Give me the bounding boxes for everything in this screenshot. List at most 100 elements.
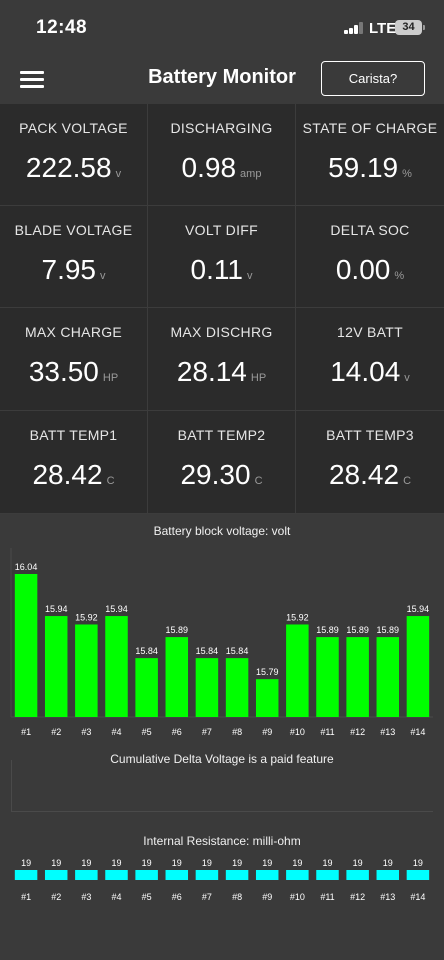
- metric-grid: PACK VOLTAGE 222.58 v DISCHARGING 0.98 amp STA…: [0, 104, 444, 514]
- app-header: Battery Monitor Carista?: [0, 56, 444, 104]
- metric-value-row: 7.95 v: [0, 254, 147, 286]
- hamburger-menu-icon[interactable]: [20, 70, 44, 88]
- voltage-bar-value-label: 15.94: [45, 604, 68, 614]
- network-type: LTE: [369, 20, 397, 37]
- voltage-x-tick-label: #13: [380, 727, 395, 737]
- voltage-bar-12: [346, 637, 369, 717]
- resistance-bar-value-label: 19: [21, 858, 31, 868]
- voltage-x-tick-label: #8: [232, 727, 242, 737]
- voltage-bar-value-label: 15.92: [75, 612, 98, 622]
- resistance-bar-value-label: 19: [262, 858, 272, 868]
- resistance-bar-11: [316, 870, 339, 880]
- metric-label: DISCHARGING: [170, 120, 273, 136]
- charts-area: Battery block voltage: volt 16.04 #1 15.94…: [0, 514, 444, 960]
- resistance-x-tick-label: #5: [142, 892, 152, 902]
- resistance-bar-value-label: 19: [81, 858, 91, 868]
- voltage-bar-3: [75, 624, 98, 717]
- voltage-bar-value-label: 15.84: [135, 646, 158, 656]
- voltage-bar-value-label: 15.92: [286, 612, 309, 622]
- voltage-bar-value-label: 15.84: [196, 646, 219, 656]
- resistance-bar-value-label: 19: [111, 858, 121, 868]
- resistance-bar-6: [165, 870, 189, 880]
- status-time: 12:48: [36, 17, 88, 38]
- voltage-x-tick-label: #4: [111, 727, 121, 737]
- resistance-bar-value-label: 19: [172, 858, 182, 868]
- resistance-bar-value-label: 19: [383, 858, 393, 868]
- metric-label: BLADE VOLTAGE: [14, 222, 133, 238]
- battery-level-icon: 34: [395, 20, 425, 35]
- metric-value-row: 0.11 v: [148, 254, 295, 286]
- resistance-x-tick-label: #12: [350, 892, 365, 902]
- metric-value: 7.95: [41, 254, 97, 285]
- metric-value-row: 0.00%: [296, 254, 444, 286]
- metric-batt-temp3: BATT TEMP3 28.42 C: [296, 411, 444, 514]
- metric-unit: C: [254, 475, 263, 487]
- resistance-x-tick-label: #4: [111, 892, 121, 902]
- metric-max-charge: MAX CHARGE 33.50 HP: [0, 308, 148, 411]
- metric-value-row: 29.30 C: [148, 459, 295, 491]
- metric-unit: amp: [240, 168, 262, 180]
- metric-delta-soc: DELTA SOC 0.00%: [296, 206, 444, 308]
- status-bar: 12:48 LTE 34: [0, 0, 444, 56]
- voltage-bar-value-label: 15.89: [316, 625, 339, 635]
- metric-value: 28.42: [328, 459, 400, 490]
- resistance-bar-7: [195, 870, 219, 880]
- resistance-bar-value-label: 19: [232, 858, 242, 868]
- metric-value: 29.30: [180, 459, 251, 490]
- voltage-bar-2: [44, 616, 68, 717]
- resistance-bar-value-label: 19: [142, 858, 152, 868]
- voltage-x-tick-label: #14: [410, 727, 425, 737]
- voltage-x-tick-label: #1: [21, 727, 31, 737]
- resistance-x-tick-label: #7: [202, 892, 212, 902]
- voltage-bar-4: [105, 616, 128, 717]
- resistance-x-tick-label: #6: [172, 892, 182, 902]
- resistance-x-tick-label: #10: [290, 892, 305, 902]
- metric-value-row: 28.42 C: [0, 459, 147, 491]
- metric-label: BATT TEMP3: [326, 427, 414, 443]
- metric-label: STATE OF CHARGE: [302, 120, 438, 136]
- voltage-bar-value-label: 15.94: [407, 604, 430, 614]
- carista-button[interactable]: Carista?: [321, 61, 425, 96]
- metric-label: DELTA SOC: [330, 222, 410, 238]
- metric-value-row: 14.04 v: [296, 356, 444, 388]
- metric-value-row: 33.50 HP: [0, 356, 147, 388]
- metric-unit: C: [403, 475, 412, 487]
- metric-state-of-charge: STATE OF CHARGE 59.19%: [296, 104, 444, 206]
- metric-value: 0.98: [181, 152, 237, 183]
- voltage-bar-value-label: 15.89: [377, 625, 400, 635]
- resistance-x-tick-label: #13: [380, 892, 395, 902]
- resistance-bar-10: [286, 870, 309, 880]
- voltage-bar-13: [376, 637, 400, 717]
- metric-value: 14.04: [330, 356, 401, 387]
- metric-unit: C: [106, 475, 115, 487]
- metric-label: BATT TEMP2: [177, 427, 266, 443]
- resistance-bar-13: [376, 870, 400, 880]
- resistance-bar-8: [225, 870, 249, 880]
- voltage-bar-value-label: 15.84: [226, 646, 249, 656]
- resistance-bar-value-label: 19: [353, 858, 363, 868]
- internal-resistance-chart: Internal Resistance: milli-ohm 19 #1 19 #2 1…: [0, 814, 444, 960]
- block-voltage-chart-plot: 16.04 #1 15.94 #2 15.92 #3 15.94 #4 15.84 #5 15.89…: [10, 548, 433, 737]
- metric-unit: HP: [102, 372, 119, 384]
- resistance-bar-value-label: 19: [292, 858, 302, 868]
- internal-resistance-chart-plot: 19 #1 19 #2 19 #3 19 #4 19 #5 19 #6 19 #7 19 #8 19 #9 19 #1…: [14, 858, 430, 902]
- metric-unit: %: [394, 270, 405, 282]
- voltage-x-tick-label: #2: [51, 727, 61, 737]
- metric-value: 0.11: [190, 254, 243, 285]
- metric-label: VOLT DIFF: [185, 222, 258, 238]
- voltage-x-tick-label: #12: [350, 727, 365, 737]
- metric-unit: %: [402, 168, 412, 180]
- voltage-bar-value-label: 15.94: [105, 604, 128, 614]
- metric-batt-temp1: BATT TEMP1 28.42 C: [0, 411, 148, 514]
- metric-value: 0.00: [335, 254, 391, 285]
- resistance-bar-2: [44, 870, 68, 880]
- voltage-bar-7: [195, 658, 219, 717]
- metric-batt-temp2: BATT TEMP2 29.30 C: [148, 411, 296, 514]
- resistance-bar-value-label: 19: [322, 858, 332, 868]
- resistance-bar-value-label: 19: [51, 858, 61, 868]
- metric-label: 12V BATT: [337, 324, 403, 340]
- metric-unit: v: [115, 168, 122, 180]
- voltage-bar-8: [225, 658, 249, 717]
- resistance-bar-9: [255, 870, 279, 880]
- metric-blade-voltage: BLADE VOLTAGE 7.95 v: [0, 206, 148, 308]
